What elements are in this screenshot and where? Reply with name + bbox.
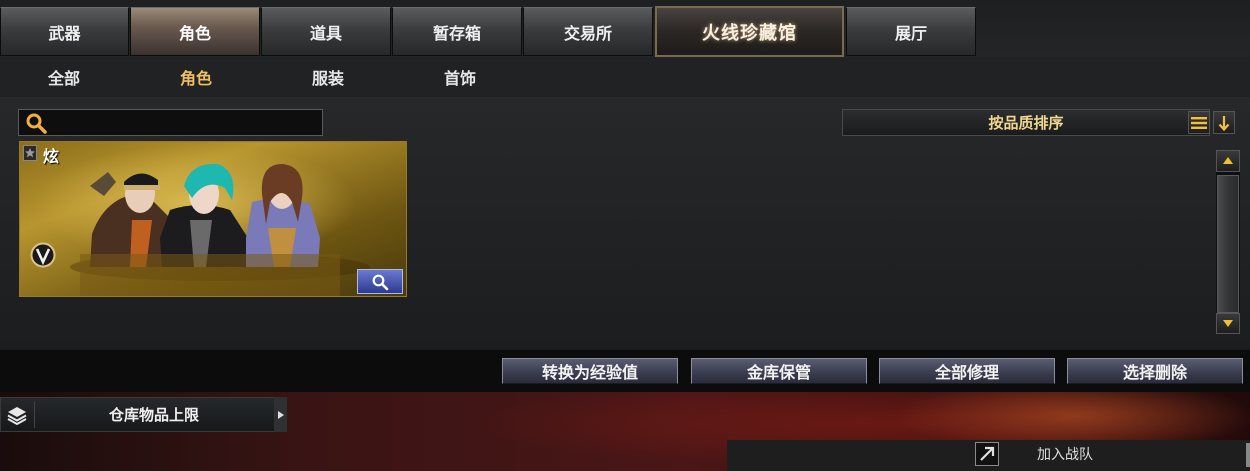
tab-collection-hall[interactable]: 火线珍藏馆 xyxy=(655,6,844,57)
storage-limit-label: 仓库物品上限 xyxy=(108,406,199,424)
tab-items[interactable]: 道具 xyxy=(261,7,391,56)
subtab-characters[interactable]: 角色 xyxy=(141,57,251,97)
layers-icon xyxy=(7,407,27,426)
subtab-costumes[interactable]: 服装 xyxy=(273,57,383,97)
expand-button[interactable] xyxy=(274,397,287,432)
list-icon xyxy=(1191,116,1207,129)
triangle-right-icon xyxy=(277,410,284,419)
external-link-icon xyxy=(980,446,995,461)
triangle-up-icon xyxy=(1223,157,1233,164)
tab-weapons[interactable]: 武器 xyxy=(0,7,129,56)
item-card[interactable] xyxy=(19,141,407,297)
tab-showroom[interactable]: 展厅 xyxy=(846,7,976,56)
panel-edge xyxy=(1246,443,1250,467)
search-input[interactable] xyxy=(18,109,323,136)
tab-exchange[interactable]: 交易所 xyxy=(523,7,653,56)
sort-dropdown[interactable]: 按品质排序 xyxy=(842,109,1210,136)
sort-direction-button[interactable] xyxy=(1213,111,1235,134)
sort-label: 按品质排序 xyxy=(988,114,1064,132)
item-title: 炫 xyxy=(43,147,60,166)
tab-characters[interactable]: 角色 xyxy=(130,7,260,56)
vault-button[interactable]: 金库保管 xyxy=(691,358,867,384)
scrollbar-thumb[interactable] xyxy=(1217,175,1239,313)
sort-list-button[interactable] xyxy=(1188,111,1210,134)
character-art xyxy=(70,163,370,296)
convert-exp-button[interactable]: 转换为经验值 xyxy=(502,358,678,384)
join-team-button[interactable]: 加入战队 xyxy=(1005,440,1125,468)
subtab-accessories[interactable]: 首饰 xyxy=(405,57,515,97)
repair-all-button[interactable]: 全部修理 xyxy=(879,358,1055,384)
scroll-up-button[interactable] xyxy=(1216,150,1240,172)
search-icon xyxy=(26,113,47,134)
divider xyxy=(34,402,35,428)
triangle-down-icon xyxy=(1223,320,1233,327)
favorite-star-icon[interactable] xyxy=(23,145,37,161)
arrow-down-icon xyxy=(1218,115,1230,131)
item-preview-button[interactable] xyxy=(357,269,403,294)
subtab-all[interactable]: 全部 xyxy=(9,57,119,97)
v-badge-icon xyxy=(30,242,56,268)
magnifier-icon xyxy=(372,274,389,290)
tab-temp-storage[interactable]: 暂存箱 xyxy=(392,7,522,56)
join-team-link-button[interactable] xyxy=(975,442,999,466)
select-delete-button[interactable]: 选择删除 xyxy=(1067,358,1243,384)
scroll-down-button[interactable] xyxy=(1216,313,1240,334)
